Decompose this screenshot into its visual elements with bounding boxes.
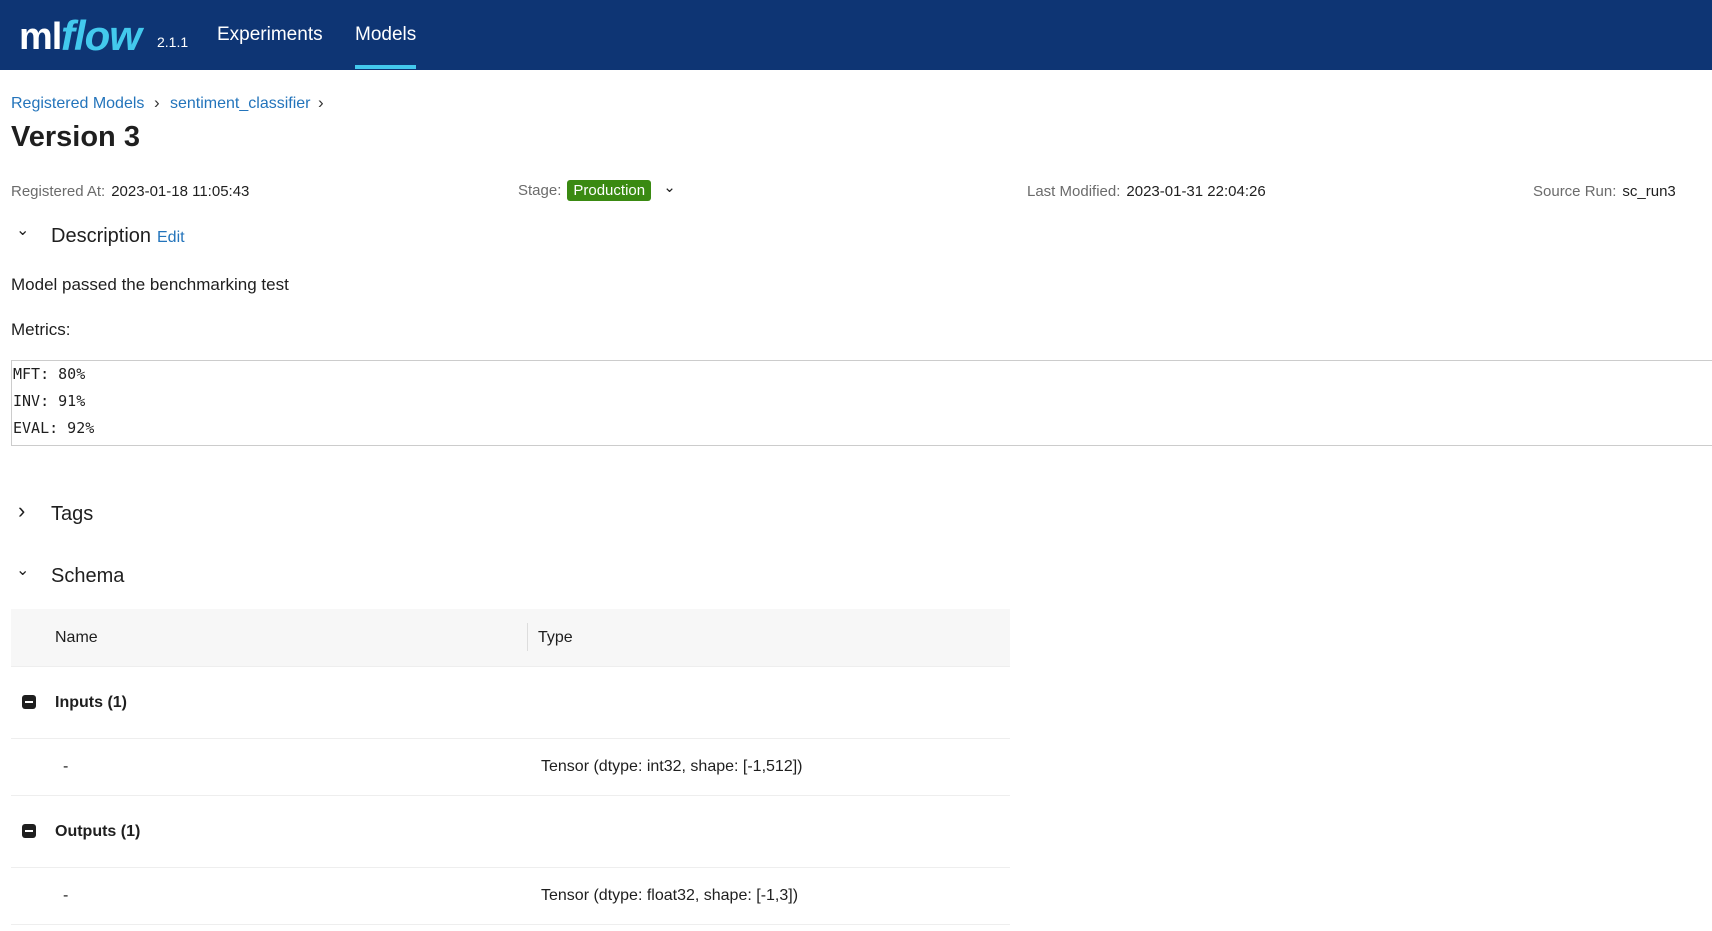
page-title: Version 3 (11, 121, 140, 153)
description-title: Description (51, 225, 152, 247)
table-row: - Tensor (dtype: int32, shape: [-1,512]) (11, 739, 1010, 796)
minus-square-icon[interactable] (22, 695, 36, 709)
logo-flow-text: flow (61, 12, 142, 59)
minus-square-icon[interactable] (22, 824, 36, 838)
schema-title: Schema (51, 565, 125, 587)
output-type: Tensor (dtype: float32, shape: [-1,3]) (541, 887, 799, 904)
stage-badge[interactable]: Production (567, 180, 652, 201)
last-modified: Last Modified: 2023-01-31 22:04:26 (1027, 183, 1266, 200)
column-header-name: Name (55, 629, 98, 646)
metrics-label: Metrics: (11, 320, 71, 339)
inputs-group-label: Inputs (1) (55, 694, 127, 711)
input-name: - (63, 758, 69, 775)
schema-table-header: Name Type (11, 609, 1010, 667)
registered-at-label: Registered At: (11, 183, 106, 200)
breadcrumb-registered-models[interactable]: Registered Models (11, 95, 144, 113)
breadcrumb-separator: › (154, 93, 160, 112)
breadcrumb-model-name[interactable]: sentiment_classifier (170, 95, 311, 113)
last-modified-value: 2023-01-31 22:04:26 (1126, 183, 1266, 200)
description-edit-link[interactable]: Edit (157, 229, 185, 247)
source-run-link[interactable]: sc_run3 (1622, 183, 1675, 200)
table-row: - Tensor (dtype: float32, shape: [-1,3]) (11, 868, 1010, 925)
last-modified-label: Last Modified: (1027, 183, 1121, 200)
top-navbar: ml flow 2.1.1 Experiments Models (0, 0, 1712, 70)
outputs-group-label: Outputs (1) (55, 823, 141, 840)
stage-label: Stage: (518, 182, 562, 199)
output-name: - (63, 887, 69, 904)
nav-tab-experiments[interactable]: Experiments (217, 24, 323, 46)
schema-table: Name Type Inputs (1) - Tensor (dtype: in… (11, 609, 1010, 925)
input-type: Tensor (dtype: int32, shape: [-1,512]) (541, 758, 803, 775)
chevron-down-icon[interactable]: ⌄ (16, 560, 29, 580)
registered-at: Registered At: 2023-01-18 11:05:43 (11, 183, 249, 200)
metrics-code-block: MFT: 80% INV: 91% EVAL: 92% (11, 360, 1712, 446)
source-run: Source Run: sc_run3 (1533, 183, 1676, 200)
inputs-group-row[interactable]: Inputs (1) (11, 667, 1010, 739)
description-text: Model passed the benchmarking test (11, 275, 289, 294)
column-divider (527, 623, 528, 651)
chevron-down-icon[interactable]: ⌄ (16, 220, 29, 240)
outputs-group-row[interactable]: Outputs (1) (11, 796, 1010, 868)
breadcrumb-separator: › (318, 93, 324, 112)
code-line: INV: 91% (13, 392, 86, 410)
stage: Stage: Production ⌄ (518, 179, 676, 201)
code-line: MFT: 80% (13, 365, 86, 383)
chevron-right-icon[interactable]: › (18, 498, 25, 524)
version-label: 2.1.1 (157, 34, 189, 50)
nav-tab-models[interactable]: Models (355, 24, 417, 69)
registered-at-value: 2023-01-18 11:05:43 (111, 183, 250, 200)
chevron-down-icon[interactable]: ⌄ (663, 179, 676, 196)
tags-title: Tags (51, 503, 94, 525)
logo-ml-text: ml (19, 16, 62, 58)
source-run-label: Source Run: (1533, 183, 1617, 200)
column-header-type: Type (538, 629, 573, 646)
code-line: EVAL: 92% (13, 419, 95, 437)
